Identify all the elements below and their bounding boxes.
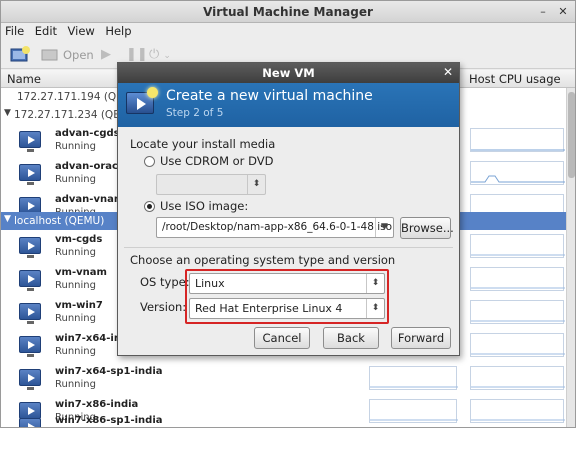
vm-running-icon bbox=[19, 336, 41, 357]
column-name[interactable]: Name bbox=[7, 72, 41, 86]
iso-radio[interactable] bbox=[144, 201, 155, 212]
browse-button[interactable]: Browse... bbox=[400, 217, 454, 239]
iso-option-label[interactable]: Use ISO image: bbox=[160, 199, 248, 213]
run-icon[interactable]: ▶ bbox=[101, 45, 115, 65]
open-button[interactable]: Open bbox=[41, 45, 97, 65]
spin-arrows-icon: ⬍ bbox=[247, 175, 265, 194]
vm-name: win7-x86-sp1-india bbox=[55, 415, 163, 426]
cdrom-radio[interactable] bbox=[144, 156, 155, 167]
close-icon[interactable]: ✕ bbox=[556, 5, 570, 19]
dialog-title: New VM bbox=[262, 66, 315, 80]
cpu-usage-graph bbox=[470, 234, 565, 258]
vm-status: Running bbox=[55, 379, 96, 390]
os-section-label: Choose an operating system type and vers… bbox=[130, 253, 396, 267]
vm-status: Running bbox=[55, 346, 96, 357]
vm-status: Running bbox=[55, 247, 96, 258]
cpu-usage-graph bbox=[470, 267, 565, 291]
vm-name: advan-cgds bbox=[55, 128, 120, 139]
banner-title: Create a new virtual machine bbox=[166, 88, 373, 104]
vm-status: Running bbox=[55, 174, 96, 185]
vm-name: vm-cgds bbox=[55, 234, 103, 245]
cdrom-option-label[interactable]: Use CDROM or DVD bbox=[160, 154, 273, 168]
vm-row[interactable]: win7-x86-sp1-india bbox=[1, 406, 566, 427]
cpu-usage-graph bbox=[369, 366, 458, 390]
column-host-cpu[interactable]: Host CPU usage bbox=[469, 72, 561, 86]
monitor-icon bbox=[41, 49, 58, 61]
vm-status: Running bbox=[55, 313, 96, 324]
connection-label: localhost (QEMU) bbox=[14, 215, 105, 227]
vm-status: Running bbox=[55, 141, 96, 152]
menu-help[interactable]: Help bbox=[105, 23, 131, 38]
vm-running-icon bbox=[19, 418, 41, 427]
vm-running-icon bbox=[19, 369, 41, 390]
menu-file[interactable]: File bbox=[5, 23, 24, 38]
version-label: Version: bbox=[140, 300, 187, 314]
new-vm-dialog: New VM ✕ Create a new virtual machine St… bbox=[117, 62, 460, 356]
cpu-usage-graph bbox=[470, 366, 565, 390]
vm-status: Running bbox=[55, 280, 96, 291]
step-indicator: Step 2 of 5 bbox=[166, 107, 224, 119]
dialog-close-icon[interactable]: ✕ bbox=[443, 65, 453, 79]
vertical-scrollbar[interactable] bbox=[566, 88, 575, 427]
vm-name: win7-x64-sp1-india bbox=[55, 366, 163, 377]
forward-button[interactable]: Forward bbox=[391, 327, 451, 349]
cpu-usage-graph bbox=[470, 161, 565, 185]
cancel-button[interactable]: Cancel bbox=[254, 327, 310, 349]
red-highlight-box bbox=[185, 269, 389, 324]
dialog-titlebar[interactable]: New VM ✕ bbox=[118, 63, 459, 83]
vm-running-icon bbox=[19, 237, 41, 258]
vm-running-icon bbox=[19, 270, 41, 291]
main-titlebar[interactable]: Virtual Machine Manager – ✕ bbox=[1, 1, 575, 23]
cpu-usage-graph bbox=[470, 333, 565, 357]
cpu-usage-graph bbox=[470, 128, 565, 152]
install-media-label: Locate your install media bbox=[130, 137, 276, 151]
vm-name: vm-vnam bbox=[55, 267, 107, 278]
chevron-down-icon[interactable]: ▼ bbox=[375, 218, 393, 237]
minimize-icon[interactable]: – bbox=[536, 5, 550, 19]
new-vm-button[interactable] bbox=[9, 45, 31, 65]
menu-edit[interactable]: Edit bbox=[35, 23, 57, 38]
vm-name: advan-vnam bbox=[55, 194, 125, 205]
cdrom-device-select: ⬍ bbox=[156, 174, 266, 195]
iso-path-combo[interactable]: /root/Desktop/nam-app-x86_64.6-0-1-48.is… bbox=[156, 217, 394, 238]
vm-name: vm-win7 bbox=[55, 300, 103, 311]
expander-down-icon[interactable]: ▼ bbox=[4, 214, 11, 224]
separator bbox=[124, 247, 453, 248]
vm-row[interactable]: win7-x64-sp1-india Running bbox=[1, 362, 566, 395]
scrollbar-thumb[interactable] bbox=[568, 92, 575, 178]
expander-down-icon[interactable]: ▼ bbox=[4, 108, 11, 118]
dialog-body: Locate your install media Use CDROM or D… bbox=[118, 127, 459, 357]
vm-running-icon bbox=[19, 131, 41, 152]
os-type-label: OS type: bbox=[140, 275, 190, 289]
open-label: Open bbox=[63, 48, 94, 62]
cpu-usage-graph bbox=[470, 300, 565, 324]
new-vm-icon bbox=[10, 46, 30, 62]
menu-view[interactable]: View bbox=[68, 23, 95, 38]
iso-path-value[interactable]: /root/Desktop/nam-app-x86_64.6-0-1-48.is… bbox=[162, 221, 392, 233]
vm-running-icon bbox=[19, 303, 41, 324]
main-window-title: Virtual Machine Manager bbox=[203, 5, 373, 19]
new-vm-icon bbox=[126, 87, 158, 114]
menubar: File Edit View Help bbox=[1, 23, 575, 41]
vm-running-icon bbox=[19, 164, 41, 185]
dialog-banner: Create a new virtual machine Step 2 of 5 bbox=[118, 83, 459, 127]
back-button[interactable]: Back bbox=[323, 327, 379, 349]
